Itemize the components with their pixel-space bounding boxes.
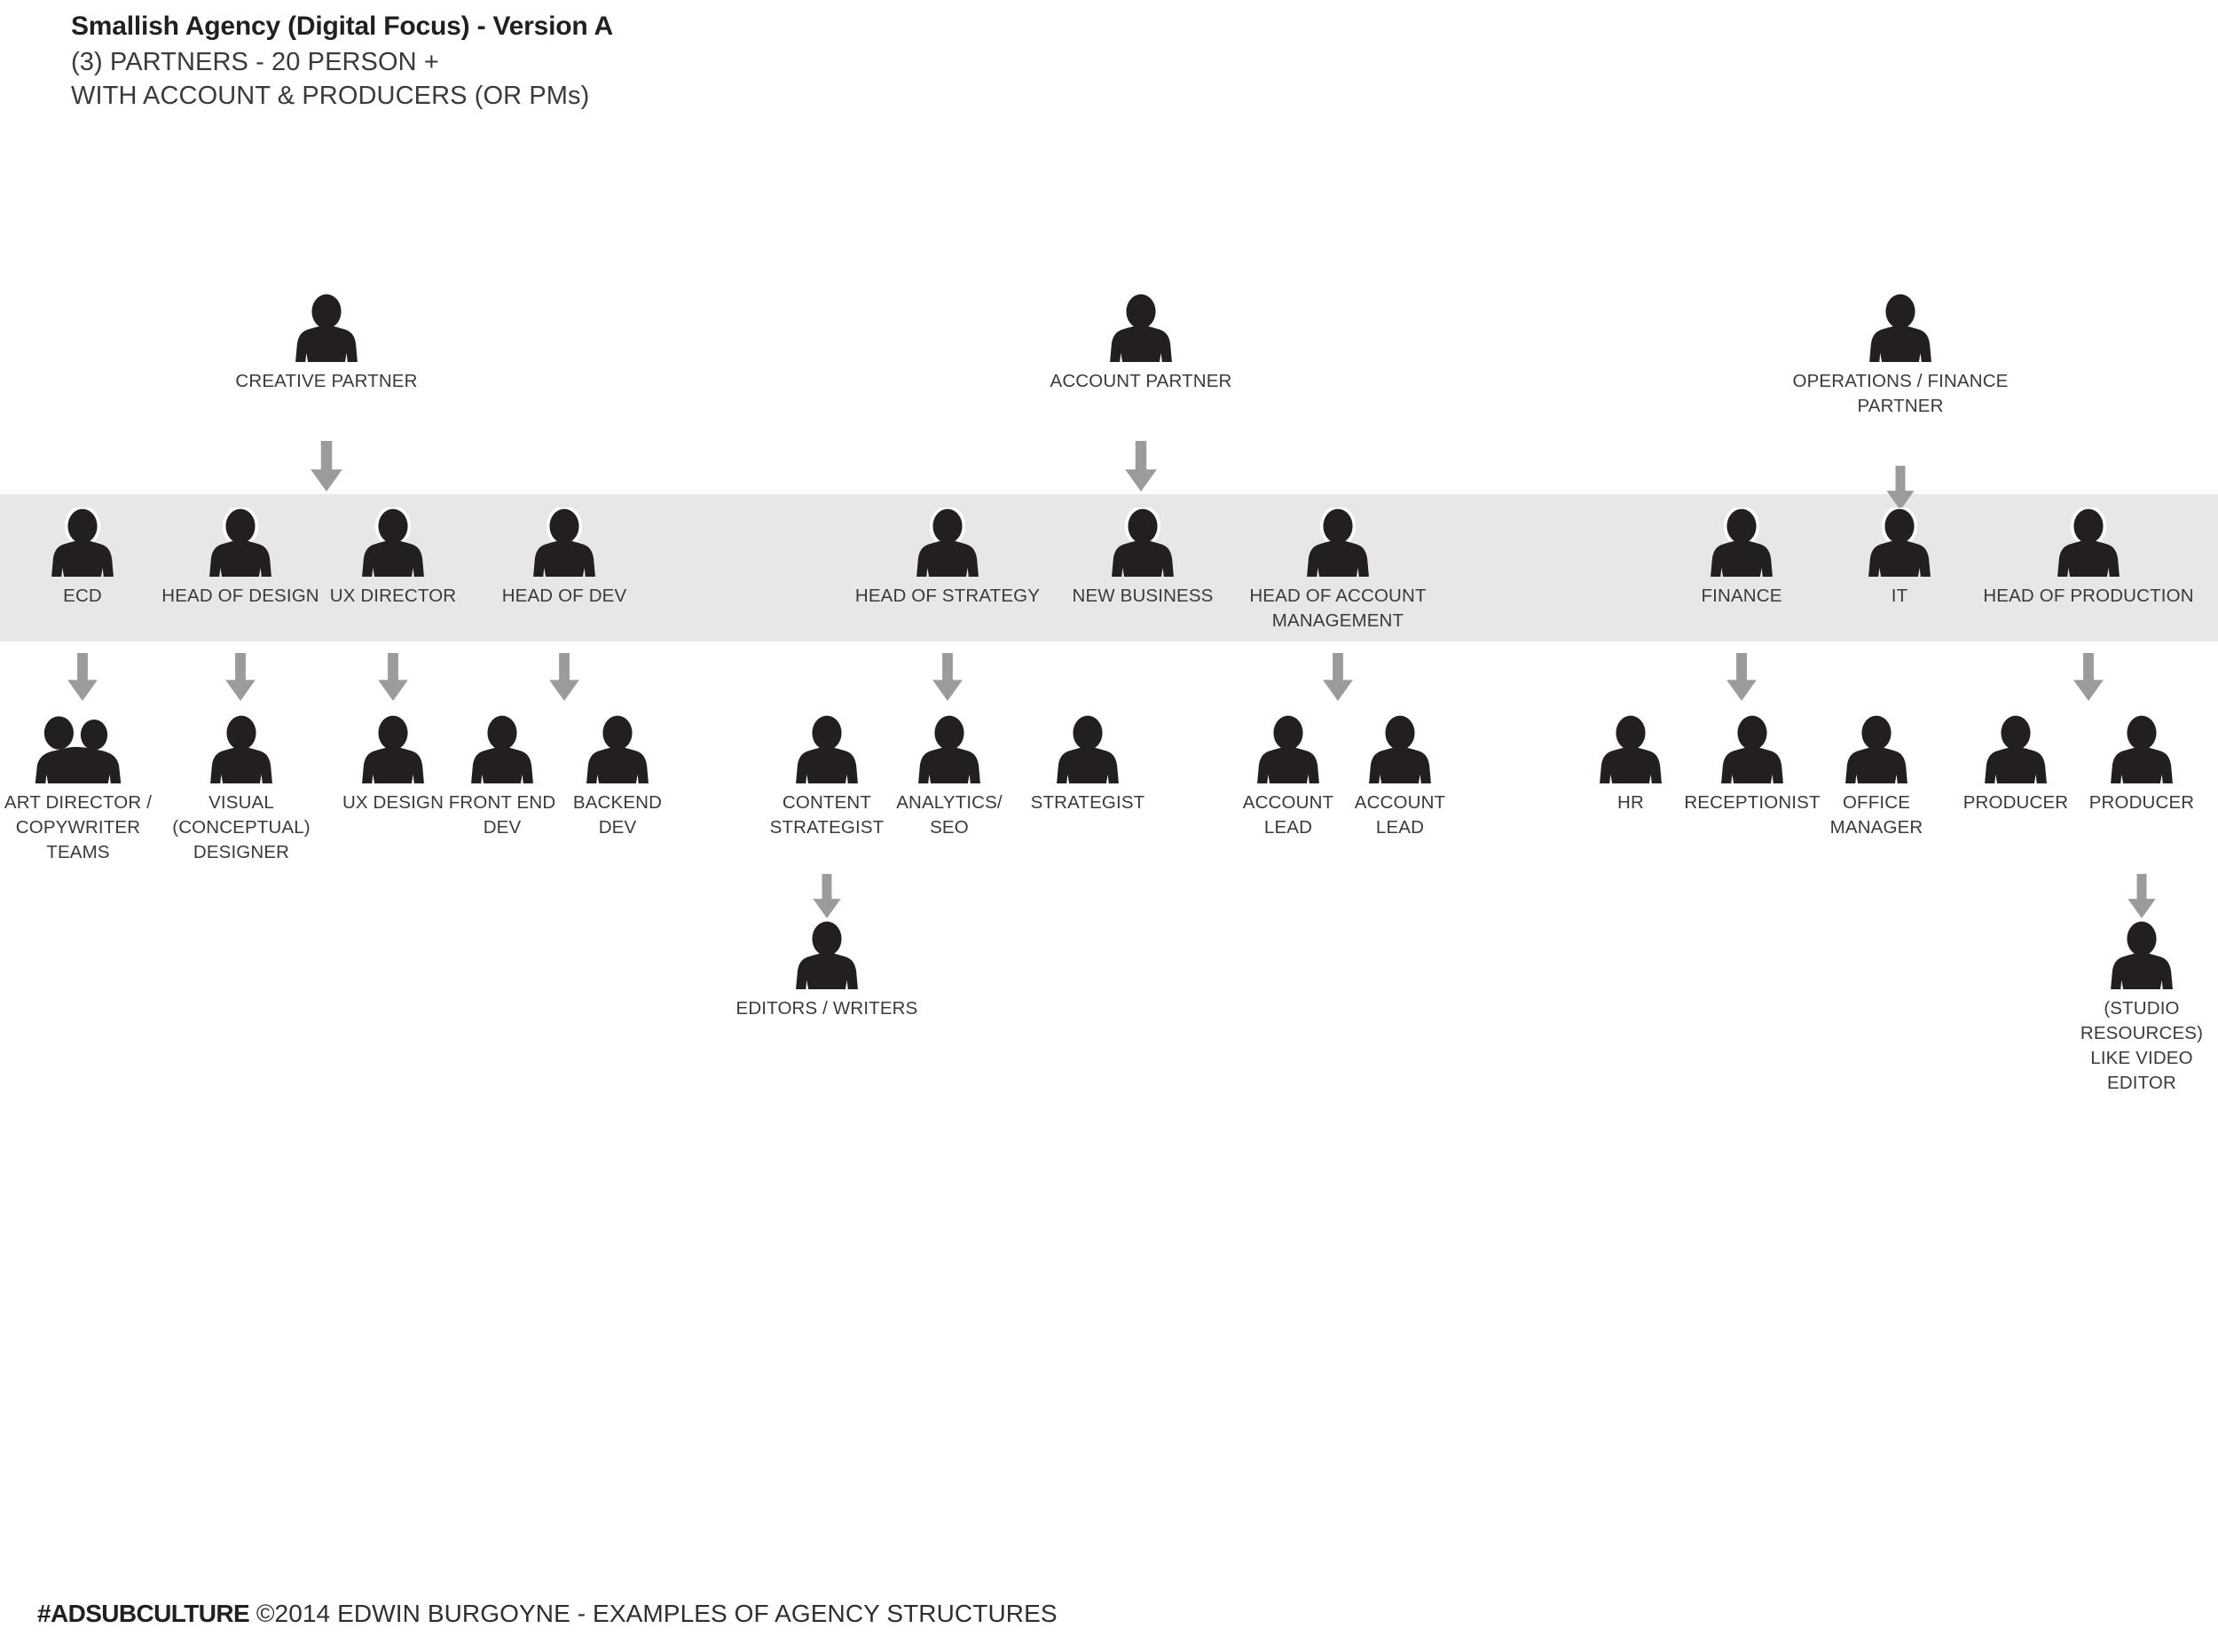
- org-node-producer-2[interactable]: PRODUCER: [2026, 714, 2218, 815]
- connector-arrow-creative-partner: [311, 441, 342, 496]
- connector-arrow-head-of-design: [225, 653, 256, 705]
- person-icon: [209, 714, 273, 786]
- org-node-editors-writers[interactable]: EDITORS / WRITERS: [712, 920, 942, 1021]
- org-node-label: ACCOUNT PARTNER: [1050, 371, 1232, 391]
- org-node-head-of-dev[interactable]: HEAD OF DEV: [449, 507, 680, 609]
- connector-arrow-producer: [2128, 874, 2156, 923]
- person-icon: [532, 507, 596, 579]
- person-icon: [1111, 507, 1175, 579]
- person-icon: [1868, 507, 1931, 579]
- person-icon: [1306, 507, 1370, 579]
- two-person-icon: [30, 714, 126, 786]
- person-icon: [1109, 293, 1173, 365]
- person-icon: [1710, 507, 1774, 579]
- connector-arrow-ux-director: [378, 653, 408, 705]
- org-node-label: UX DIRECTOR: [329, 586, 457, 606]
- org-node-creative-partner[interactable]: CREATIVE PARTNER: [211, 293, 442, 394]
- person-icon: [2110, 920, 2174, 992]
- org-node-head-of-account-management[interactable]: HEAD OF ACCOUNT MANAGEMENT: [1223, 507, 1453, 633]
- org-node-label: ACCOUNT LEAD: [1354, 792, 1446, 838]
- subtitle-line-2: WITH ACCOUNT & PRODUCERS (OR PMs): [71, 82, 590, 111]
- connector-arrow-finance: [1726, 653, 1757, 705]
- org-node-label: OPERATIONS / FINANCE PARTNER: [1792, 371, 2009, 416]
- org-node-label: HEAD OF ACCOUNT MANAGEMENT: [1249, 586, 1427, 631]
- connector-arrow-head-of-strategy: [932, 653, 963, 705]
- person-icon: [1844, 714, 1908, 786]
- connector-arrow-head-of-account-management: [1323, 653, 1353, 705]
- org-node-label: CREATIVE PARTNER: [235, 371, 418, 391]
- org-node-label: HEAD OF PRODUCTION: [1983, 586, 2194, 606]
- person-icon: [1056, 714, 1120, 786]
- org-node-label: PRODUCER: [2088, 792, 2195, 813]
- footer-credit: ©2014 EDWIN BURGOYNE - EXAMPLES OF AGENC…: [256, 1600, 1058, 1627]
- person-icon: [916, 507, 979, 579]
- org-node-label: STRATEGIST: [1030, 792, 1145, 813]
- connector-arrow-account-partner: [1125, 441, 1157, 496]
- person-icon: [795, 920, 859, 992]
- person-icon: [1868, 293, 1932, 365]
- org-node-label: FINANCE: [1701, 586, 1782, 606]
- connector-arrow-content-strategist: [813, 874, 841, 923]
- connector-arrow-head-of-production: [2073, 653, 2104, 705]
- org-node-strategist[interactable]: STRATEGIST: [972, 714, 1203, 815]
- connector-arrow-ecd: [67, 653, 98, 705]
- org-node-operations-finance-partner[interactable]: OPERATIONS / FINANCE PARTNER: [1785, 293, 2016, 419]
- org-node-label: IT: [1891, 586, 1908, 606]
- header: Smallish Agency (Digital Focus) - Versio…: [71, 9, 1313, 114]
- footer-brand: #ADSUBCULTURE: [37, 1600, 250, 1627]
- org-node-backend-dev[interactable]: BACKEND DEV: [502, 714, 733, 840]
- org-node-label: (STUDIO RESOURCES) LIKE VIDEO EDITOR: [2080, 998, 2204, 1093]
- footer: #ADSUBCULTURE ©2014 EDWIN BURGOYNE - EXA…: [37, 1601, 1058, 1626]
- person-icon: [208, 507, 272, 579]
- org-node-head-of-production[interactable]: HEAD OF PRODUCTION: [1973, 507, 2204, 609]
- org-node-label: EDITORS / WRITERS: [735, 998, 918, 1019]
- person-icon: [2057, 507, 2120, 579]
- org-node-label: HEAD OF STRATEGY: [854, 586, 1041, 606]
- person-icon: [295, 293, 358, 365]
- person-icon: [2110, 714, 2174, 786]
- org-node-label: ECD: [63, 586, 102, 606]
- org-node-label: HEAD OF DEV: [501, 586, 627, 606]
- page-title: Smallish Agency (Digital Focus) - Versio…: [71, 12, 613, 41]
- org-node-studio-resources[interactable]: (STUDIO RESOURCES) LIKE VIDEO EDITOR: [2026, 920, 2218, 1096]
- person-icon: [1368, 714, 1432, 786]
- org-node-label: NEW BUSINESS: [1072, 586, 1214, 606]
- person-icon: [51, 507, 114, 579]
- person-icon: [361, 507, 425, 579]
- org-node-label: BACKEND DEV: [572, 792, 663, 838]
- connector-arrow-head-of-dev: [549, 653, 579, 705]
- subtitle-line-1: (3) PARTNERS - 20 PERSON +: [71, 47, 439, 76]
- org-node-account-partner[interactable]: ACCOUNT PARTNER: [1026, 293, 1256, 394]
- org-node-account-lead-2[interactable]: ACCOUNT LEAD: [1285, 714, 1515, 840]
- person-icon: [586, 714, 649, 786]
